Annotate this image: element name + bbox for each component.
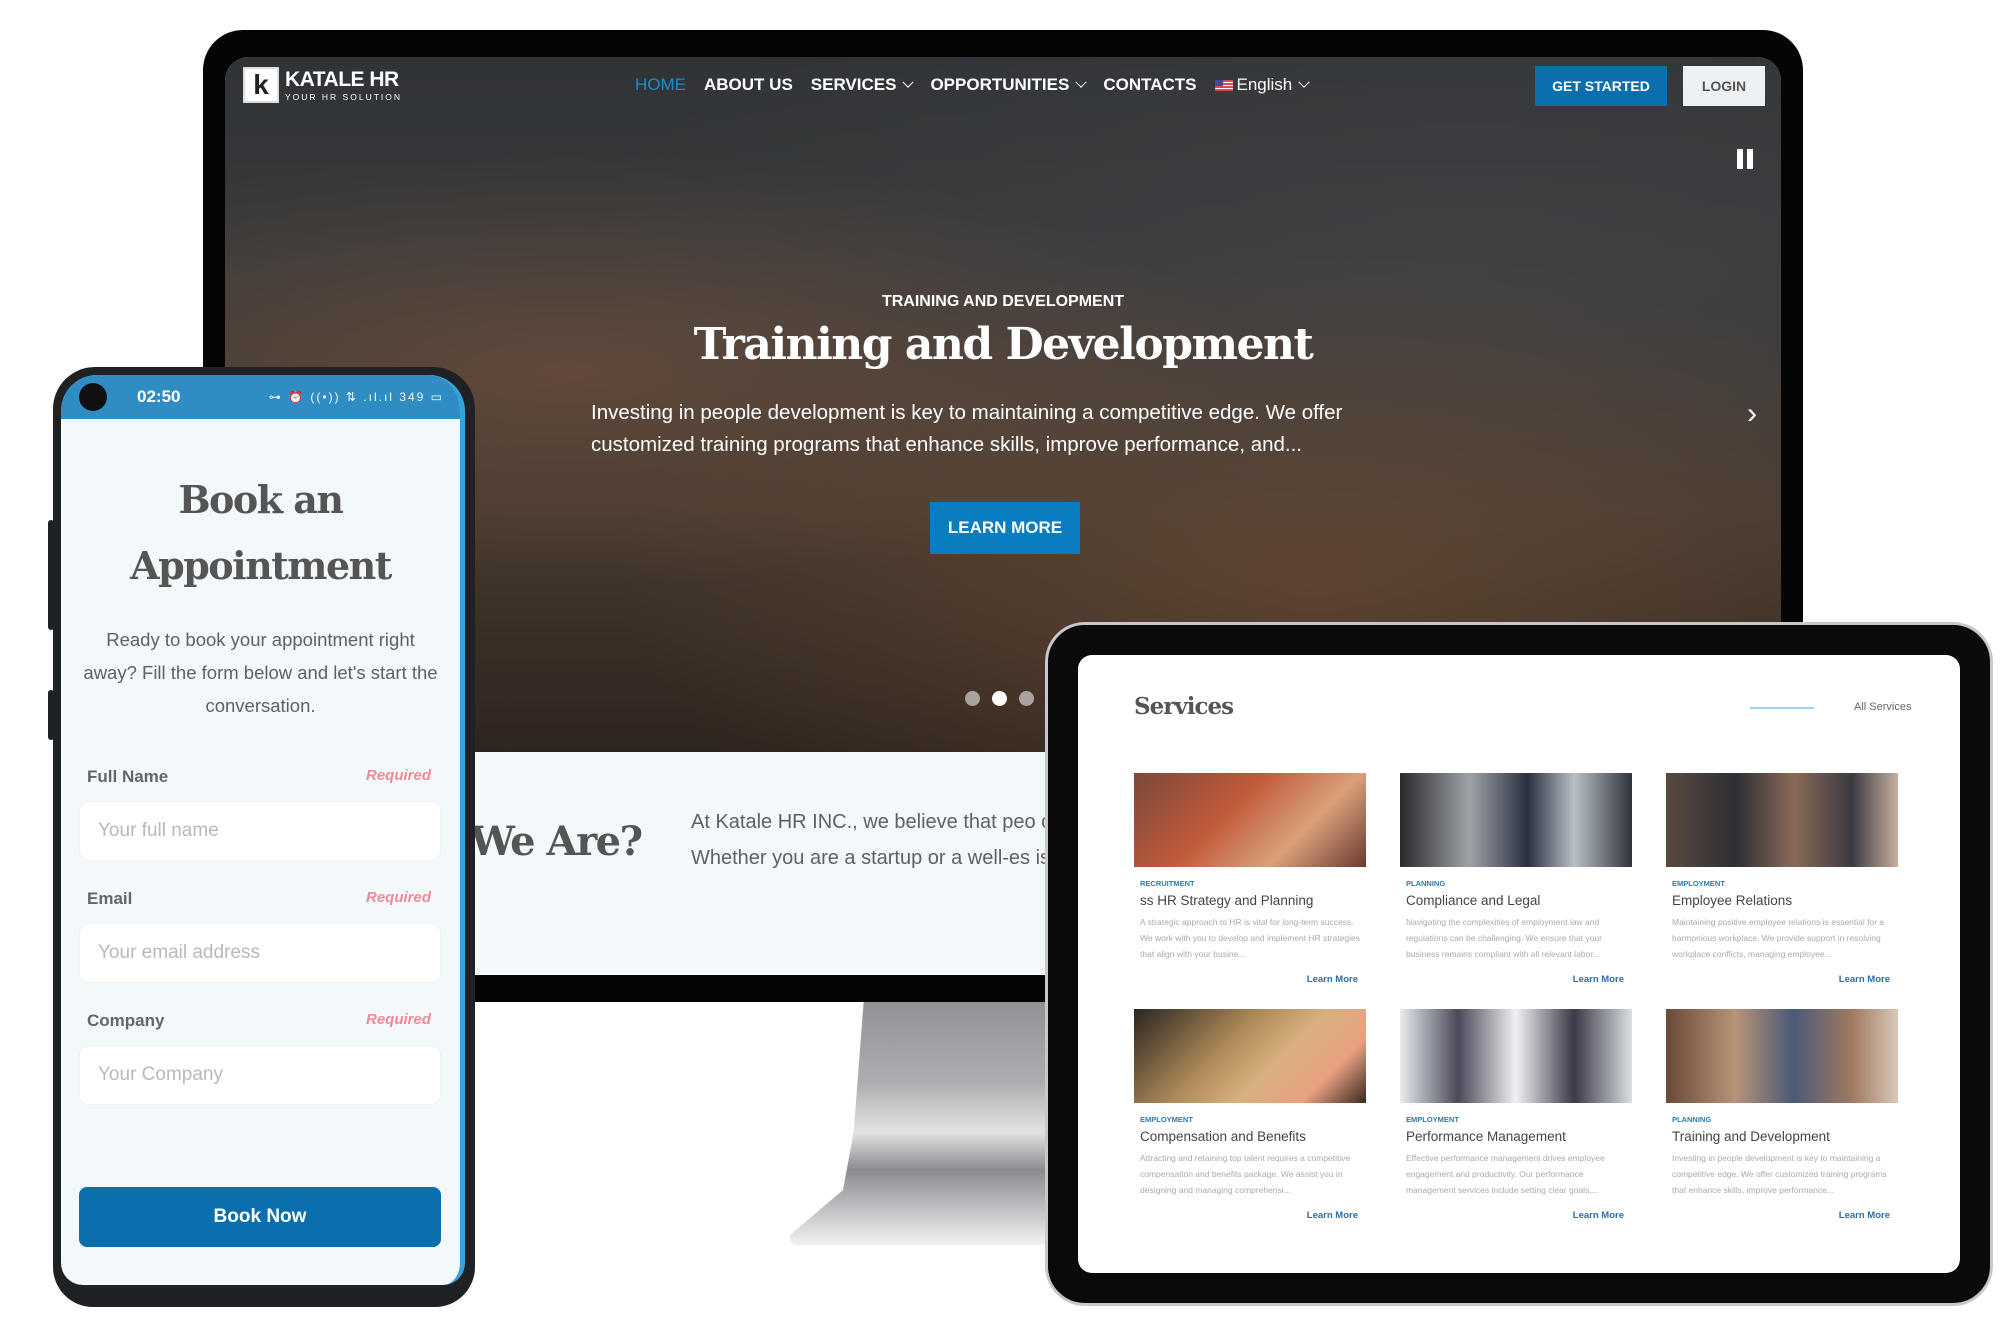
status-icons: ⊶ ⏰ ((•)) ⇅ .ıl.ıl 349 ▭ — [268, 390, 444, 404]
service-description: Navigating the complexities of employmen… — [1406, 917, 1602, 959]
service-description: Investing in people development is key t… — [1672, 1153, 1887, 1195]
booking-form: Full Name Required Email Required Compan… — [79, 767, 441, 1133]
nav-contacts[interactable]: CONTACTS — [1103, 75, 1196, 95]
services-title: Services — [1134, 693, 1234, 720]
service-card[interactable]: EMPLOYMENT Performance Management Effect… — [1400, 1009, 1632, 1221]
service-description: A strategic approach to HR is vital for … — [1140, 917, 1360, 959]
login-button[interactable]: LOGIN — [1683, 66, 1765, 106]
service-title: Employee Relations — [1672, 893, 1793, 908]
service-category: PLANNING — [1406, 879, 1446, 888]
all-services-link[interactable]: All Services — [1854, 701, 1911, 713]
pause-icon[interactable] — [1737, 149, 1753, 169]
chevron-down-icon — [902, 76, 915, 88]
learn-more-link[interactable]: Learn More — [1666, 1210, 1890, 1221]
booking-title: Book an Appointment — [130, 477, 392, 588]
service-description: Attracting and retaining top talent requ… — [1140, 1153, 1351, 1195]
carousel-dot[interactable] — [992, 691, 1007, 706]
service-title: Performance Management — [1406, 1129, 1566, 1144]
learn-more-link[interactable]: Learn More — [1400, 974, 1624, 985]
company-input[interactable] — [79, 1045, 441, 1105]
required-badge: Required — [365, 767, 431, 784]
services-grid: RECRUITMENT ss HR Strategy and Planning … — [1134, 773, 1906, 1221]
nav-home[interactable]: HOME — [635, 75, 686, 95]
carousel-dot[interactable] — [965, 691, 980, 706]
required-badge: Required — [365, 1011, 431, 1028]
us-flag-icon — [1214, 79, 1233, 91]
chevron-down-icon — [1075, 76, 1087, 88]
tablet: Services All Services RECRUITMENT ss HR … — [1045, 622, 1993, 1306]
service-card[interactable]: RECRUITMENT ss HR Strategy and Planning … — [1134, 773, 1366, 985]
hero-description: Investing in people development is key t… — [591, 401, 1343, 456]
hero-eyebrow: TRAINING AND DEVELOPMENT — [881, 293, 1125, 310]
full-name-input[interactable] — [79, 801, 441, 861]
company-field: Company Required — [79, 1011, 441, 1105]
front-camera-icon — [79, 383, 107, 411]
get-started-button[interactable]: GET STARTED — [1535, 66, 1667, 106]
service-image — [1134, 1009, 1366, 1103]
service-image — [1666, 773, 1898, 867]
service-category: EMPLOYMENT — [1406, 1115, 1459, 1124]
divider — [1750, 707, 1814, 709]
service-image — [1666, 1009, 1898, 1103]
carousel-dot[interactable] — [1019, 691, 1034, 706]
learn-more-link[interactable]: Learn More — [1400, 1210, 1624, 1221]
hero-title: Training and Development — [693, 319, 1314, 370]
phone-screen: 02:50 ⊶ ⏰ ((•)) ⇅ .ıl.ıl 349 ▭ Book an A… — [61, 375, 465, 1285]
service-title: Compliance and Legal — [1406, 893, 1541, 908]
nav-opportunities[interactable]: OPPORTUNITIES — [930, 75, 1087, 95]
learn-more-link[interactable]: Learn More — [1134, 1210, 1358, 1221]
main-nav: HOME ABOUT US SERVICES OPPORTUNITIES CON… — [635, 75, 1310, 95]
booking-description: Ready to book your appointment right awa… — [83, 629, 438, 716]
mobile-phone: 02:50 ⊶ ⏰ ((•)) ⇅ .ıl.ıl 349 ▭ Book an A… — [53, 367, 475, 1307]
about-title: We Are? — [470, 818, 643, 865]
book-now-button[interactable]: Book Now — [79, 1187, 441, 1247]
status-bar: 02:50 ⊶ ⏰ ((•)) ⇅ .ıl.ıl 349 ▭ — [61, 375, 460, 419]
chevron-down-icon — [1298, 76, 1310, 88]
service-description: Effective performance management drives … — [1406, 1153, 1605, 1195]
service-description: Maintaining positive employee relations … — [1672, 917, 1885, 959]
chevron-right-icon[interactable]: › — [1747, 397, 1757, 431]
tablet-screen: Services All Services RECRUITMENT ss HR … — [1078, 655, 1960, 1273]
learn-more-link[interactable]: Learn More — [1134, 974, 1358, 985]
email-input[interactable] — [79, 923, 441, 983]
service-image — [1400, 1009, 1632, 1103]
logo-title: KATALE HR — [285, 67, 399, 91]
site-logo[interactable]: k KATALE HR YOUR HR SOLUTION — [243, 67, 402, 103]
status-time: 02:50 — [137, 387, 181, 406]
service-category: RECRUITMENT — [1140, 879, 1195, 888]
service-card[interactable]: PLANNING Training and Development Invest… — [1666, 1009, 1898, 1221]
service-title: Training and Development — [1672, 1129, 1830, 1144]
service-image — [1134, 773, 1366, 867]
nav-about-us[interactable]: ABOUT US — [704, 75, 793, 95]
logo-subtitle: YOUR HR SOLUTION — [285, 91, 403, 102]
language-selector[interactable]: English — [1214, 75, 1310, 95]
service-card[interactable]: PLANNING Compliance and Legal Navigating… — [1400, 773, 1632, 985]
email-field: Email Required — [79, 889, 441, 983]
learn-more-button[interactable]: LEARN MORE — [930, 502, 1080, 554]
nav-services[interactable]: SERVICES — [811, 75, 915, 95]
service-title: Compensation and Benefits — [1140, 1129, 1306, 1144]
service-category: PLANNING — [1672, 1115, 1712, 1124]
logo-mark: k — [243, 67, 279, 103]
service-category: EMPLOYMENT — [1672, 879, 1725, 888]
service-card[interactable]: EMPLOYMENT Compensation and Benefits Att… — [1134, 1009, 1366, 1221]
service-title: ss HR Strategy and Planning — [1140, 893, 1314, 908]
service-card[interactable]: EMPLOYMENT Employee Relations Maintainin… — [1666, 773, 1898, 985]
full-name-field: Full Name Required — [79, 767, 441, 861]
service-category: EMPLOYMENT — [1140, 1115, 1193, 1124]
carousel-dots — [965, 691, 1034, 706]
learn-more-link[interactable]: Learn More — [1666, 974, 1890, 985]
service-image — [1400, 773, 1632, 867]
required-badge: Required — [365, 889, 431, 906]
